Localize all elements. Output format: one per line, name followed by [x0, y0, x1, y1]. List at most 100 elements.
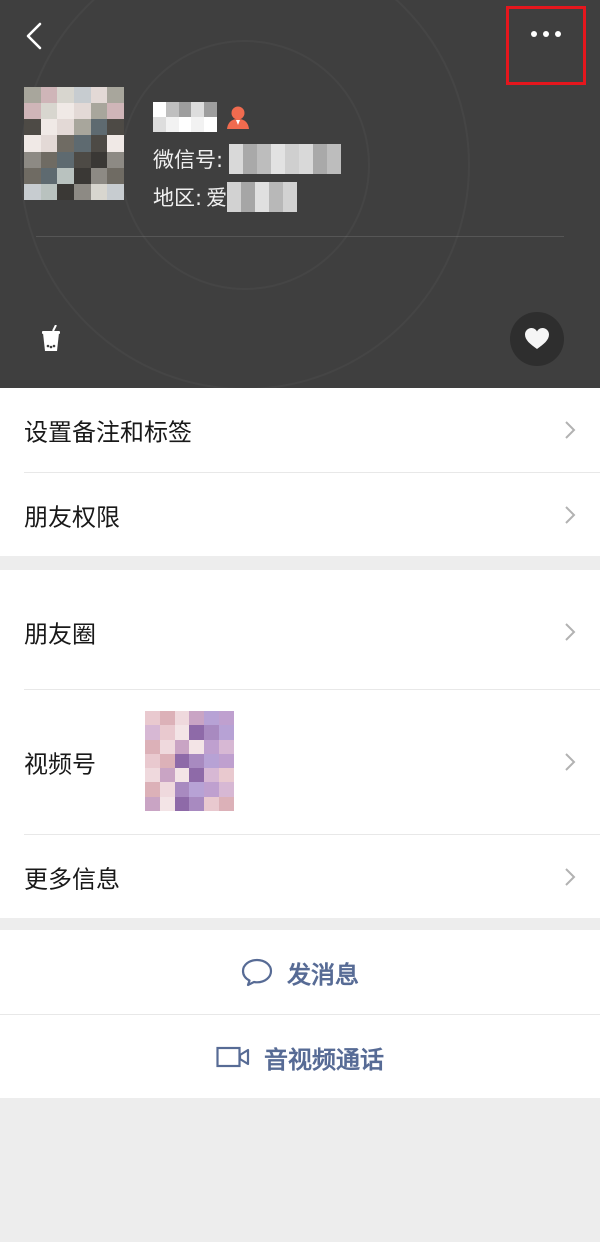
- remark-tags-item[interactable]: 设置备注和标签: [0, 388, 600, 472]
- pixel-block: [219, 782, 234, 797]
- pixel-block: [24, 103, 41, 120]
- pixel-block: [219, 753, 234, 769]
- wechat-id-label: 微信号:: [153, 148, 224, 172]
- pixel-block: [204, 753, 220, 769]
- chevron-right-icon: [565, 753, 576, 771]
- more-dots-icon: [531, 31, 537, 37]
- pixel-block: [107, 167, 124, 184]
- moments-item[interactable]: 朋友圈: [0, 570, 600, 690]
- more-info-item[interactable]: 更多信息: [0, 835, 600, 918]
- pixel-block: [40, 103, 58, 120]
- content-group: 朋友圈 视频号 更多信息: [0, 570, 600, 918]
- pixel-block: [40, 87, 58, 104]
- chevron-right-icon: [565, 867, 576, 886]
- pixel-block: [24, 151, 41, 168]
- wechat-id-row: 微信号:: [153, 143, 342, 175]
- pixel-block: [145, 739, 160, 754]
- voice-video-call-button[interactable]: 音视频通话: [0, 1015, 600, 1099]
- header-divider: [36, 236, 564, 237]
- pixel-block: [204, 796, 220, 811]
- nickname-row: [153, 100, 251, 134]
- pixel-block: [145, 782, 160, 797]
- chevron-right-icon: [565, 623, 576, 641]
- pixel-block: [145, 796, 160, 811]
- heart-icon: [525, 328, 549, 349]
- pixel-block: [159, 782, 175, 797]
- pixel-block: [40, 119, 58, 136]
- pixel-block: [204, 117, 217, 132]
- pixel-block: [90, 151, 108, 168]
- like-button[interactable]: [510, 312, 564, 366]
- pixel-block: [145, 711, 160, 726]
- pixel-block: [159, 711, 175, 726]
- pixel-block: [174, 796, 190, 811]
- pixel-block: [24, 119, 41, 136]
- back-button[interactable]: [14, 14, 54, 58]
- send-message-button[interactable]: 发消息: [0, 930, 600, 1014]
- pixel-block: [174, 768, 190, 783]
- channels-label: 视频号: [24, 750, 96, 779]
- actions-group: 发消息 音视频通话: [0, 930, 600, 1098]
- pixel-block: [243, 144, 258, 174]
- more-options-button[interactable]: [506, 6, 586, 85]
- pixel-block: [191, 102, 205, 117]
- pixel-block: [145, 725, 160, 740]
- pixel-block: [40, 167, 58, 184]
- pixel-block: [159, 796, 175, 811]
- profile-header: 微信号: 地区: 爱: [0, 0, 600, 388]
- region-label: 地区:: [153, 186, 203, 210]
- pixel-block: [204, 768, 220, 783]
- avatar[interactable]: [24, 87, 124, 200]
- pixel-block: [174, 739, 190, 754]
- pixel-block: [57, 151, 74, 168]
- pixel-block: [40, 151, 58, 168]
- pixel-block: [174, 782, 190, 797]
- pixel-block: [57, 87, 74, 104]
- pixel-block: [73, 151, 91, 168]
- channels-thumbnail[interactable]: [145, 711, 234, 811]
- pixel-block: [73, 167, 91, 184]
- status-button[interactable]: [40, 324, 62, 357]
- send-message-label: 发消息: [287, 960, 359, 989]
- pixel-block: [283, 182, 298, 212]
- pixel-block: [204, 739, 220, 754]
- pixel-block: [107, 87, 124, 104]
- pixel-block: [159, 739, 175, 754]
- moments-label: 朋友圈: [24, 620, 96, 649]
- channels-item[interactable]: 视频号: [0, 690, 600, 834]
- pixel-block: [145, 768, 160, 783]
- pixel-block: [73, 183, 91, 200]
- chevron-left-icon: [26, 22, 42, 50]
- friend-permissions-item[interactable]: 朋友权限: [0, 473, 600, 556]
- more-info-label: 更多信息: [24, 865, 120, 893]
- pixel-block: [107, 183, 124, 200]
- pixel-block: [189, 782, 205, 797]
- person-icon: [227, 106, 249, 129]
- region-pixelated: [227, 182, 298, 212]
- pixel-block: [219, 768, 234, 783]
- pixel-block: [313, 144, 328, 174]
- chat-bubble-icon: [241, 958, 273, 987]
- pixel-block: [90, 103, 108, 120]
- pixel-block: [145, 753, 160, 769]
- milk-tea-cup-icon: [42, 324, 60, 351]
- pixel-block: [189, 711, 205, 726]
- pixel-block: [107, 119, 124, 136]
- remark-tags-label: 设置备注和标签: [24, 418, 192, 447]
- pixel-block: [191, 117, 205, 132]
- pixel-block: [24, 167, 41, 184]
- pixel-block: [73, 103, 91, 120]
- wechat-id-pixelated: [229, 144, 342, 174]
- pixel-block: [57, 135, 74, 152]
- pixel-block: [229, 144, 244, 174]
- pixel-block: [219, 711, 234, 726]
- pixel-block: [107, 135, 124, 152]
- region-value: 爱: [206, 186, 228, 210]
- pixel-block: [204, 782, 220, 797]
- pixel-block: [285, 144, 300, 174]
- video-camera-icon: [216, 1046, 250, 1068]
- voice-video-call-label: 音视频通话: [264, 1045, 384, 1074]
- pixel-block: [174, 711, 190, 726]
- pixel-block: [257, 144, 272, 174]
- pixel-block: [57, 119, 74, 136]
